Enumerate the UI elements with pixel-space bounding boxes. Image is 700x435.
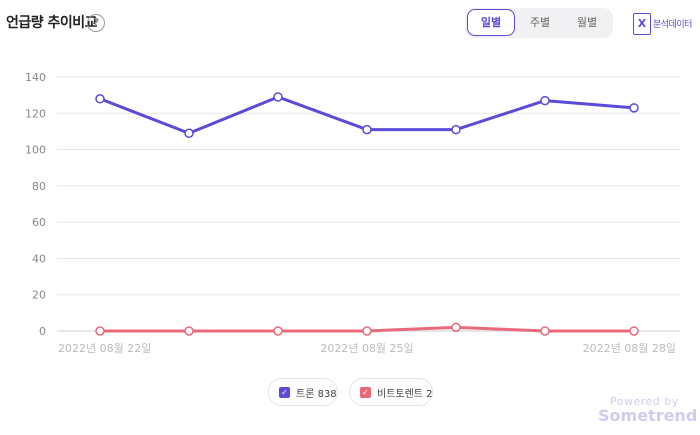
y-tick-label: 40	[32, 252, 46, 265]
x-tick-label: 2022년 08월 28일	[583, 341, 676, 355]
data-point[interactable]	[95, 94, 105, 104]
y-tick-label: 60	[32, 216, 46, 229]
checkbox-checked-icon: ✓	[279, 387, 290, 398]
data-point[interactable]	[95, 326, 105, 336]
data-point[interactable]	[184, 128, 194, 138]
period-tabs: 일별 주별 월별	[465, 8, 613, 38]
y-tick-label: 120	[25, 107, 46, 120]
x-tick-label: 2022년 08월 22일	[58, 341, 151, 355]
data-point[interactable]	[629, 326, 639, 336]
y-tick-label: 140	[25, 71, 46, 84]
y-tick-label: 0	[39, 325, 46, 338]
brand-logo: Sometrend	[598, 406, 698, 425]
tab-monthly[interactable]: 월별	[563, 9, 611, 37]
y-tick-label: 100	[25, 144, 46, 157]
legend-label: 트론 838	[296, 389, 337, 400]
data-point[interactable]	[451, 124, 461, 135]
data-point[interactable]	[362, 326, 372, 336]
legend-item-tron[interactable]: ✓ 트론 838	[268, 378, 338, 406]
excel-icon: X	[633, 13, 651, 35]
help-icon[interactable]: ?	[87, 14, 105, 32]
data-point[interactable]	[362, 124, 372, 135]
page-title: 언급량 추이비교	[6, 15, 98, 31]
checkbox-checked-icon: ✓	[360, 387, 371, 398]
data-point[interactable]	[540, 95, 550, 106]
legend-item-bittorrent[interactable]: ✓ 비트토렌트 2	[349, 378, 433, 406]
y-tick-label: 20	[32, 289, 46, 302]
export-data-button[interactable]: X 분석데이터	[633, 13, 699, 35]
data-point[interactable]	[540, 326, 550, 336]
line-chart: 0 20 40 60 80 100 120 140 2022년 08월 22일 2022년 08…	[25, 71, 680, 355]
legend-label: 비트토렌트 2	[377, 389, 433, 400]
data-point[interactable]	[629, 103, 639, 113]
data-point[interactable]	[184, 326, 194, 336]
export-data-label: 분석데이터	[653, 20, 692, 30]
y-tick-label: 80	[32, 180, 46, 193]
tab-daily[interactable]: 일별	[467, 9, 515, 36]
data-point[interactable]	[451, 322, 461, 333]
x-tick-label: 2022년 08월 25일	[320, 341, 413, 355]
data-point[interactable]	[273, 326, 283, 336]
tab-weekly[interactable]: 주별	[516, 9, 564, 37]
data-point[interactable]	[273, 92, 283, 102]
